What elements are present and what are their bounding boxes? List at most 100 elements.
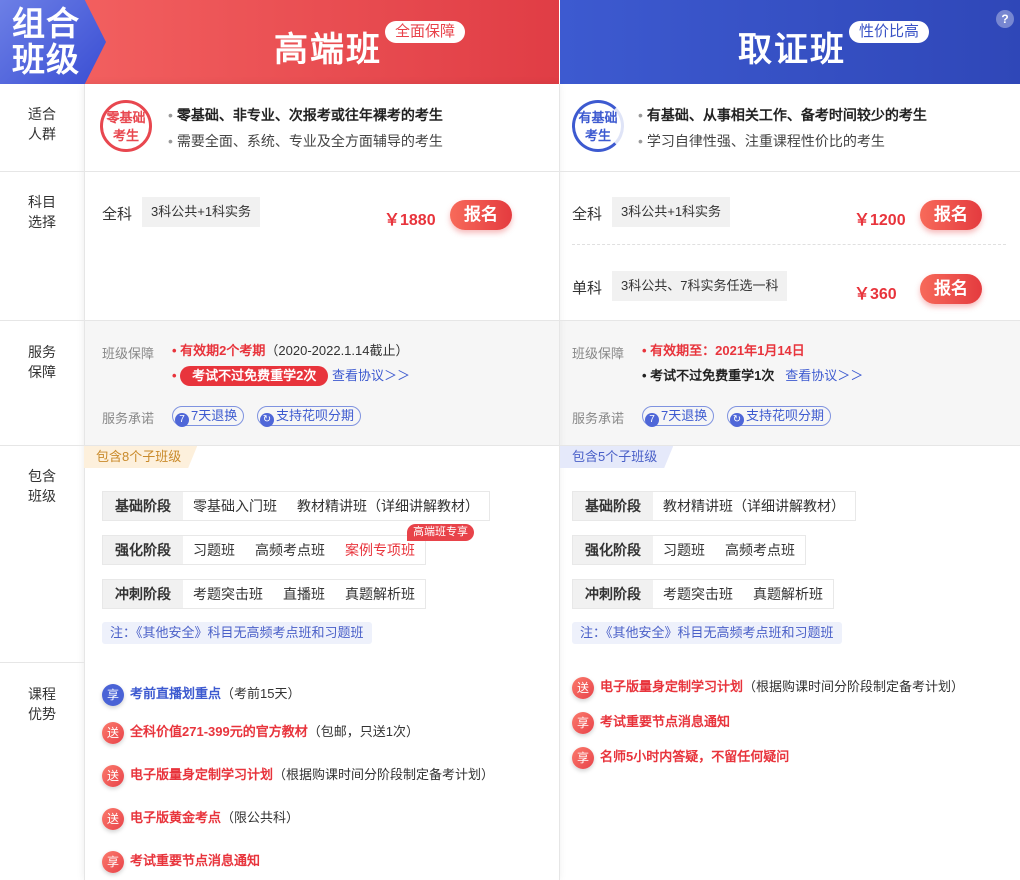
price: ￥1200 — [854, 212, 906, 229]
stage-label: 冲刺阶段 — [573, 580, 653, 608]
row-label-classes: 包含 班级 — [28, 468, 56, 504]
cert-class-tag: 性价比高 — [849, 21, 930, 43]
class-item: 教材精讲班（详细讲解教材） — [297, 498, 479, 514]
has-basis-badge: 有基础 考生 — [572, 100, 624, 152]
price: ￥1880 — [384, 212, 436, 229]
divider — [572, 244, 1006, 245]
advantage-item: 享考前直播划重点（考前15天） — [102, 683, 300, 706]
class-item: 习题班 — [193, 542, 235, 558]
retake-premium: • 考试不过免费重学2次 查看协议＞＞ — [172, 366, 410, 386]
stage-row: 基础阶段 教材精讲班（详细讲解教材） — [572, 491, 856, 521]
agreement-link[interactable]: 查看协议＞＞ — [785, 368, 863, 383]
audience-item: 零基础、非专业、次报考或往年裸考的考生 — [176, 107, 443, 123]
help-icon[interactable]: ? — [996, 10, 1014, 28]
exclusive-tag: 高端班专享 — [407, 524, 474, 541]
class-item: 真题解析班 — [345, 586, 415, 602]
stage-row: 强化阶段 习题班 高频考点班 — [572, 535, 806, 565]
combo-label-line2: 班级 — [12, 41, 80, 78]
divider — [559, 84, 560, 880]
stage-label: 强化阶段 — [573, 536, 653, 564]
row-label-audience: 适合 人群 — [28, 106, 56, 142]
audience-list-cert: • 有基础、从事相关工作、备考时间较少的考生 • 学习自律性强、注重课程性价比的考生 — [638, 107, 927, 149]
stage-row: 强化阶段 习题班 高频考点班 案例专项班 — [102, 535, 426, 565]
refund-icon: 7 — [175, 413, 189, 427]
enjoy-icon: 享 — [572, 711, 594, 734]
divider — [84, 84, 85, 880]
refund-pill[interactable]: 7 7天退换 — [642, 406, 715, 427]
audience-item: 需要全面、系统、专业及全方面辅导的考生 — [176, 133, 443, 149]
refund-icon: 7 — [645, 413, 659, 427]
gift-icon: 送 — [102, 721, 124, 744]
price: ￥360 — [854, 286, 897, 303]
stage-row: 冲刺阶段 考题突击班 直播班 真题解析班 — [102, 579, 426, 609]
installment-icon: ↻ — [260, 413, 274, 427]
promise-label: 服务承诺 — [102, 411, 155, 426]
audience-list-premium: • 零基础、非专业、次报考或往年裸考的考生 • 需要全面、系统、专业及全方面辅导的考… — [168, 107, 443, 149]
advantage-item: 享名师5小时内答疑，不留任何疑问 — [572, 746, 789, 769]
divider — [0, 171, 1020, 172]
advantage-item: 送电子版黄金考点（限公共科） — [102, 807, 299, 830]
premium-class-title: 高端班 — [274, 31, 382, 69]
subject-desc: 3科公共+1科实务 — [612, 197, 731, 227]
enroll-button[interactable]: 报名 — [450, 200, 512, 230]
class-item: 习题班 — [663, 542, 705, 558]
installment-pill[interactable]: ↻ 支持花呗分期 — [257, 406, 362, 427]
guarantee-label: 班级保障 — [102, 346, 155, 361]
header-premium-class: 高端班 全面保障 — [84, 0, 559, 84]
enjoy-icon: 享 — [102, 683, 124, 706]
stage-label: 冲刺阶段 — [103, 580, 183, 608]
subject-desc: 3科公共、7科实务任选一科 — [612, 271, 788, 301]
advantage-item: 享考试重要节点消息通知 — [102, 850, 260, 873]
stage-row: 冲刺阶段 考题突击班 真题解析班 — [572, 579, 834, 609]
divider — [0, 662, 84, 663]
subject-desc: 3科公共+1科实务 — [142, 197, 261, 227]
row-label-service: 服务 保障 — [28, 344, 56, 380]
class-note: 注：《其他安全》科目无高频考点班和习题班 — [572, 622, 842, 644]
stage-label: 基础阶段 — [573, 492, 653, 520]
subject-name: 全科 — [572, 206, 603, 223]
class-item: 考题突击班 — [193, 586, 263, 602]
installment-pill[interactable]: ↻ 支持花呗分期 — [727, 406, 832, 427]
gift-icon: 送 — [102, 807, 124, 830]
row-label-subjects: 科目 选择 — [28, 194, 56, 230]
header-cert-class: 取证班 性价比高 ? — [560, 0, 1020, 84]
combo-class-badge: 组合 班级 — [0, 0, 106, 84]
refund-pill[interactable]: 7 7天退换 — [172, 406, 245, 427]
class-item: 高频考点班 — [255, 542, 325, 558]
audience-item: 学习自律性强、注重课程性价比的考生 — [646, 133, 885, 149]
advantage-item: 享考试重要节点消息通知 — [572, 711, 730, 734]
sub-class-count-tag: 包含8个子班级 — [84, 446, 198, 468]
enjoy-icon: 享 — [102, 850, 124, 873]
subject-name: 单科 — [572, 280, 603, 297]
advantage-item: 送电子版量身定制学习计划（根据购课时间分阶段制定备考计划） — [572, 676, 964, 699]
combo-label-line1: 组合 — [12, 5, 80, 42]
zero-basis-badge: 零基础 考生 — [100, 100, 152, 152]
row-label-advantages: 课程 优势 — [28, 686, 56, 722]
stage-label: 强化阶段 — [103, 536, 183, 564]
gift-icon: 送 — [572, 676, 594, 699]
validity-cert: • 有效期至：2021年1月14日 — [642, 343, 805, 358]
enroll-button[interactable]: 报名 — [920, 200, 982, 230]
class-note: 注：《其他安全》科目无高频考点班和习题班 — [102, 622, 372, 644]
class-item: 零基础入门班 — [193, 498, 277, 514]
retake-cert: • 考试不过免费重学1次 查看协议＞＞ — [642, 368, 864, 383]
gift-icon: 送 — [102, 764, 124, 787]
retake-pill: 考试不过免费重学2次 — [180, 366, 329, 386]
validity-premium: • 有效期2个考期（2020-2022.1.14截止） — [172, 343, 409, 358]
promise-label: 服务承诺 — [572, 411, 625, 426]
agreement-link[interactable]: 查看协议＞＞ — [332, 368, 410, 383]
installment-icon: ↻ — [730, 413, 744, 427]
advantage-item: 送全科价值271-399元的官方教材（包邮，只送1次） — [102, 721, 419, 744]
advantage-item: 送电子版量身定制学习计划（根据购课时间分阶段制定备考计划） — [102, 764, 494, 787]
premium-class-tag: 全面保障 — [385, 21, 466, 43]
class-item: 真题解析班 — [753, 586, 823, 602]
class-item: 教材精讲班（详细讲解教材） — [663, 498, 845, 514]
stage-label: 基础阶段 — [103, 492, 183, 520]
cert-class-title: 取证班 — [738, 31, 846, 69]
audience-item: 有基础、从事相关工作、备考时间较少的考生 — [646, 107, 927, 123]
enroll-button[interactable]: 报名 — [920, 274, 982, 304]
sub-class-count-tag: 包含5个子班级 — [560, 446, 674, 468]
divider — [0, 445, 1020, 446]
divider — [0, 320, 1020, 321]
class-item: 考题突击班 — [663, 586, 733, 602]
